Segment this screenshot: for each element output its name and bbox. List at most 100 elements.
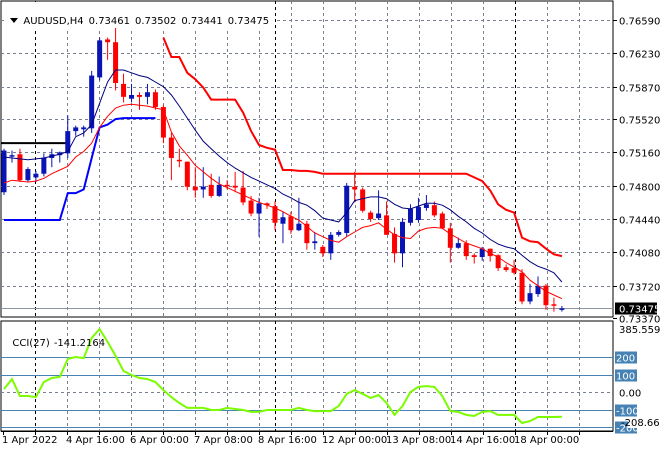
candle-bullish: [25, 167, 31, 183]
time-label: 14 Apr 16:00: [450, 435, 515, 446]
candle-body: [423, 204, 429, 208]
price-tick-label: 0.75520: [619, 116, 660, 127]
candle-body: [407, 208, 413, 223]
open-value: 0.73461: [88, 16, 131, 27]
candle-body: [296, 223, 302, 231]
candle-body: [33, 173, 39, 178]
candle-body: [360, 189, 366, 211]
candle-body: [41, 157, 47, 174]
candle-body: [17, 154, 23, 181]
cci-header: CCI(27) -141.2164: [6, 324, 109, 350]
candle-bearish: [439, 211, 445, 230]
price-tick-label: 0.73370: [619, 315, 660, 326]
cci-label: CCI(27): [12, 338, 50, 349]
candle-body: [81, 127, 87, 130]
candle-body: [439, 213, 445, 229]
cci-value: -141.2164: [53, 338, 106, 349]
candle-body: [551, 304, 557, 306]
candle-body: [113, 42, 119, 83]
time-label: 6 Apr 00:00: [130, 435, 189, 446]
candle-body: [97, 40, 103, 78]
candle-body: [463, 243, 469, 257]
candle-body: [232, 185, 238, 188]
cci-zero-label: 0.00: [619, 389, 641, 400]
candle-body: [176, 159, 182, 162]
candle-body: [152, 92, 158, 108]
candle-body: [392, 233, 398, 254]
candle-body: [376, 213, 382, 219]
high-value: 0.73502: [135, 16, 177, 27]
time-label: 4 Apr 16:00: [66, 435, 125, 446]
candle-body: [543, 285, 549, 306]
candle-body: [336, 232, 342, 235]
low-value: 0.73441: [181, 16, 223, 27]
close-value: 0.73475: [227, 16, 270, 27]
candle-body: [431, 205, 437, 216]
candle-body: [312, 241, 318, 244]
price-tick-label: 0.73720: [619, 283, 660, 294]
candle-bullish: [97, 37, 103, 81]
candle-body: [9, 155, 15, 157]
candle-body: [455, 243, 461, 248]
time-label: 1 Apr 2022: [2, 435, 57, 446]
candle-body: [224, 184, 230, 187]
cci-level-label: 100: [616, 372, 635, 383]
candle-bearish: [152, 89, 158, 110]
candle-body: [415, 207, 421, 220]
time-label: 18 Apr 00:00: [514, 435, 579, 446]
candle-body: [216, 184, 222, 196]
candle-body: [144, 92, 150, 97]
candle-body: [559, 308, 565, 310]
candle-body: [129, 95, 135, 99]
price-tick-label: 0.75160: [619, 149, 660, 160]
candle-body: [192, 186, 198, 191]
candle-body: [160, 107, 166, 138]
candle-body: [280, 217, 286, 224]
bid-label: 0.73475: [619, 305, 660, 316]
candle-body: [328, 234, 334, 254]
candle-body: [527, 293, 533, 302]
chart-canvas[interactable]: 0.76590 0.76230 0.75870 0.75520 0.75160 0.748…: [0, 0, 660, 450]
time-label: 13 Apr 08:00: [386, 435, 451, 446]
time-label: 12 Apr 00:00: [322, 435, 387, 446]
price-tick-label: 0.76230: [619, 50, 660, 61]
price-tick-label: 0.74080: [619, 249, 660, 260]
candle-body: [168, 137, 174, 158]
candle-body: [73, 127, 79, 132]
time-label: 8 Apr 16:00: [258, 435, 317, 446]
candle-body: [65, 131, 71, 154]
cci-level-label: 200: [616, 354, 635, 365]
candle-body: [352, 186, 358, 190]
candle-bearish: [360, 187, 366, 213]
candle-body: [121, 83, 127, 97]
price-tick-label: 0.76590: [619, 17, 660, 28]
candle-body: [511, 268, 517, 273]
price-tick-label: 0.74800: [619, 183, 660, 194]
candle-body: [320, 246, 326, 254]
triangle-down-icon[interactable]: [10, 18, 19, 23]
cci-min-label: -208.6649: [621, 418, 660, 429]
candle-body: [471, 255, 477, 258]
candle-body: [184, 161, 190, 187]
price-tick-label: 0.75870: [619, 84, 660, 95]
candle-bullish: [1, 148, 7, 195]
candle-body: [248, 200, 254, 214]
candle-body: [25, 169, 31, 181]
candle-body: [208, 184, 214, 196]
candle-bearish: [184, 161, 190, 191]
main-panel: [0, 0, 614, 318]
candle-body: [256, 203, 262, 214]
cci-level-label: -100: [616, 407, 639, 418]
candle-body: [200, 186, 206, 190]
candle-body: [368, 212, 374, 220]
candle-body: [519, 272, 525, 302]
price-tick-label: 0.74440: [619, 216, 660, 227]
chart-header: AUDUSD,H4 0.73461 0.73502 0.73441 0.73475: [4, 2, 275, 28]
time-label: 7 Apr 08:00: [194, 435, 253, 446]
cci-max-label: 385.5598: [619, 325, 660, 336]
candle-body: [288, 216, 294, 231]
candle-body: [447, 228, 453, 248]
candle-body: [384, 215, 390, 235]
symbol-label: AUDUSD,H4: [23, 16, 84, 27]
candle-body: [503, 267, 509, 270]
